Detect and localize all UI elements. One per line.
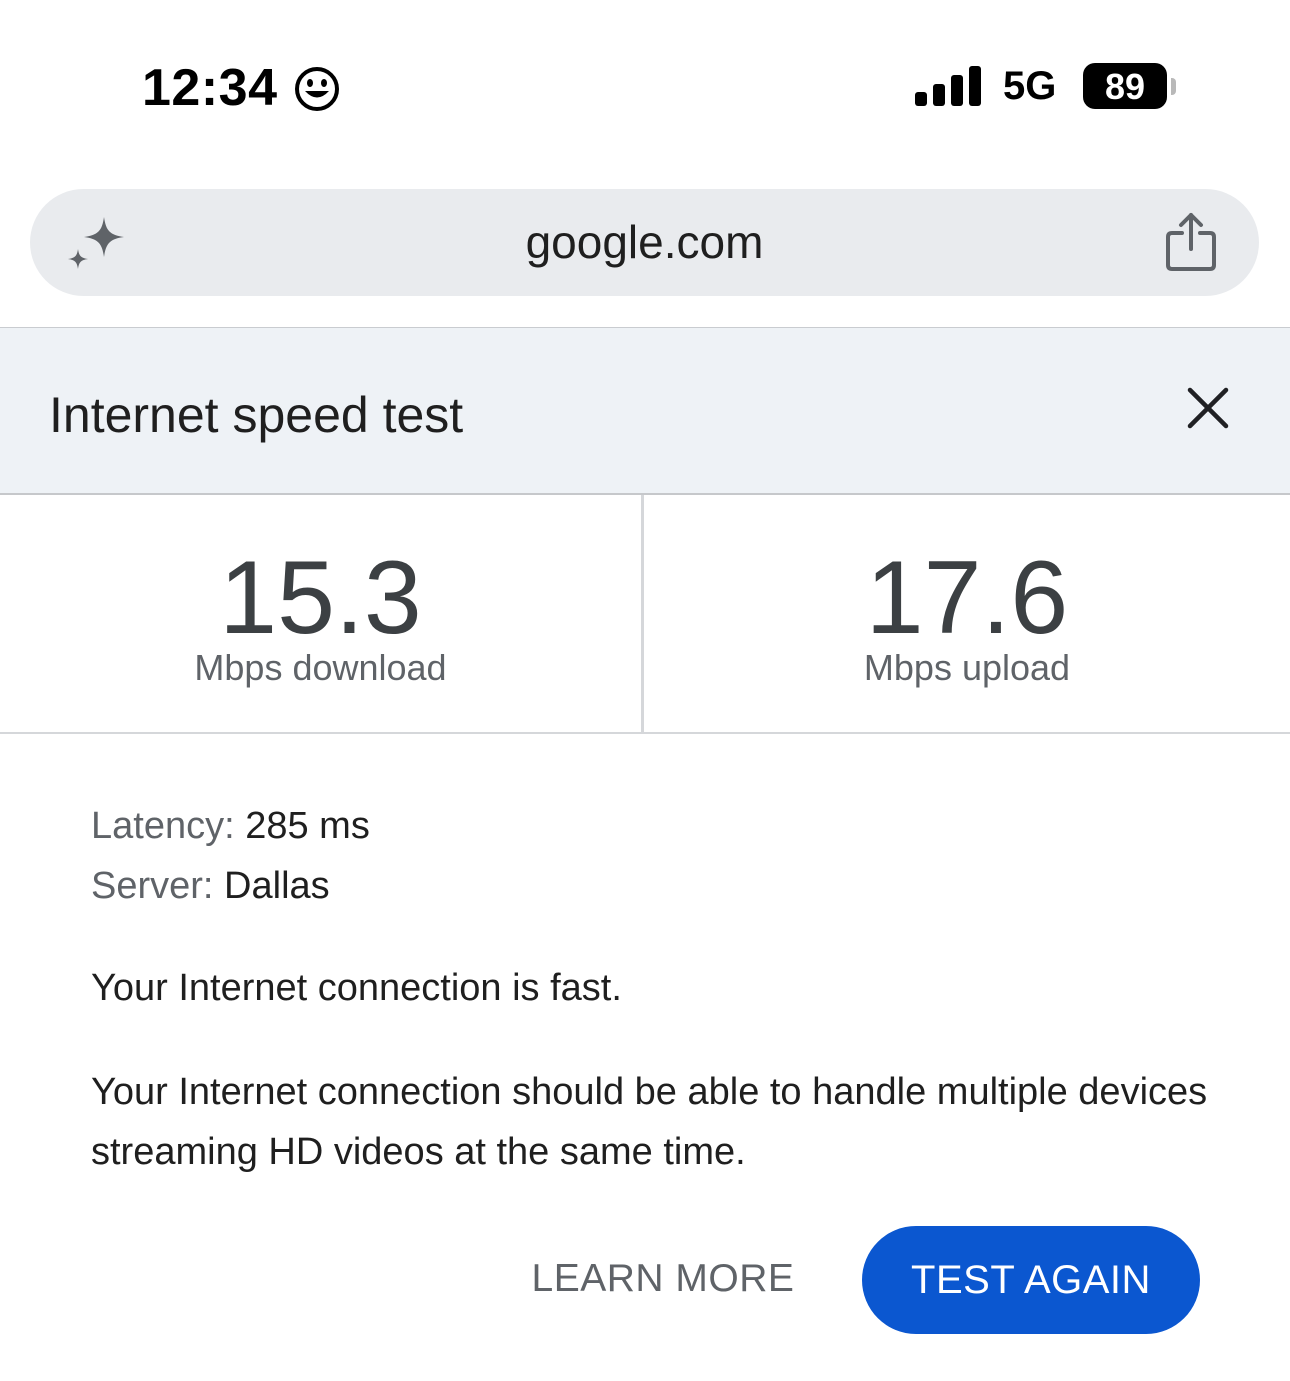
url-text[interactable]: google.com — [30, 189, 1259, 296]
speed-test-header: Internet speed test — [0, 327, 1290, 495]
battery-tip — [1171, 78, 1176, 95]
status-bar: 12:34 5G 89 — [0, 0, 1290, 170]
speed-test-title: Internet speed test — [49, 387, 464, 443]
test-again-button[interactable]: TEST AGAIN — [862, 1226, 1200, 1334]
share-icon[interactable] — [1164, 211, 1218, 273]
upload-unit: Mbps upload — [863, 647, 1071, 688]
address-bar[interactable]: google.com — [30, 189, 1259, 296]
latency-row: Latency: 285 ms — [91, 800, 1241, 860]
server-label: Server: — [91, 865, 214, 907]
server-value: Dallas — [224, 865, 330, 907]
download-value: 15.3 — [219, 540, 422, 656]
download-metric: 15.3 Mbps download — [0, 495, 644, 732]
smiley-icon — [295, 67, 339, 111]
learn-more-button[interactable]: LEARN MORE — [508, 1232, 818, 1326]
download-unit: Mbps download — [194, 647, 447, 688]
latency-label: Latency: — [91, 805, 235, 847]
speed-description: Your Internet connection should be able … — [91, 1071, 1208, 1173]
upload-value: 17.6 — [865, 540, 1069, 656]
upload-metric: 17.6 Mbps upload — [644, 495, 1290, 732]
network-type: 5G — [1003, 64, 1057, 108]
status-time: 12:34 — [142, 59, 278, 117]
signal-bars-icon — [915, 66, 981, 106]
battery-icon: 89 — [1083, 63, 1179, 111]
battery-level: 89 — [1104, 66, 1146, 107]
speed-metrics: 15.3 Mbps download 17.6 Mbps upload — [0, 495, 1290, 734]
speed-summary: Your Internet connection is fast. — [91, 967, 622, 1009]
latency-value: 285 ms — [245, 805, 370, 847]
test-details: Latency: 285 ms Server: Dallas — [91, 800, 1241, 920]
server-row: Server: Dallas — [91, 860, 1241, 920]
close-icon[interactable] — [1184, 384, 1232, 432]
